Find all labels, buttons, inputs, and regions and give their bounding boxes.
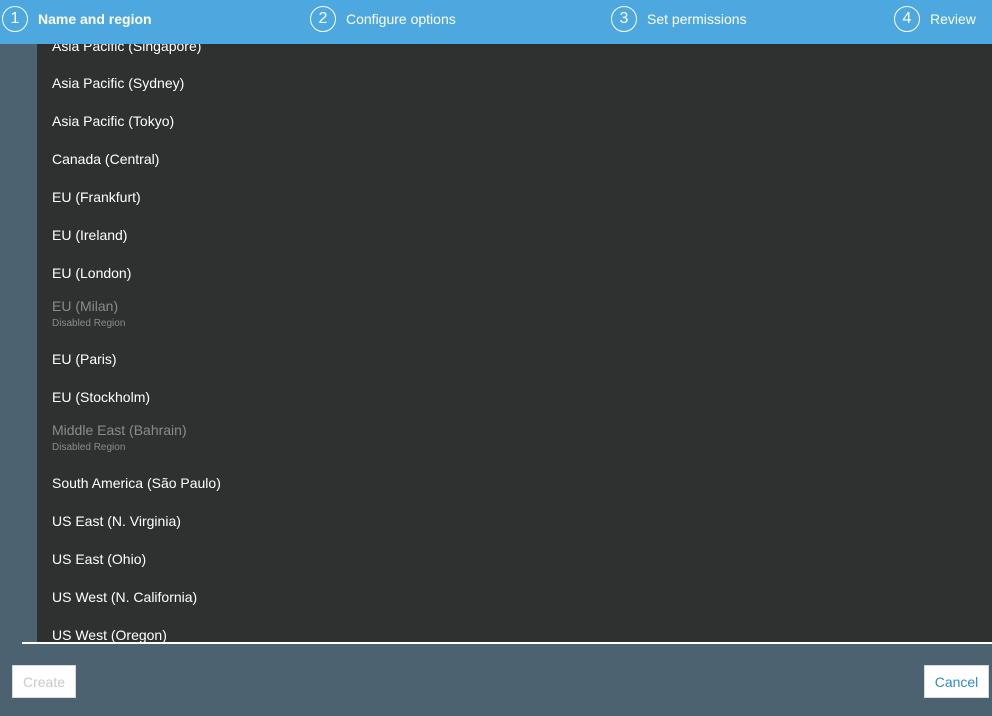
step-number-circle: 1 xyxy=(2,6,28,32)
region-option-label: EU (Stockholm) xyxy=(52,389,151,405)
region-option-label: US West (Oregon) xyxy=(52,627,167,642)
region-option-label: Asia Pacific (Sydney) xyxy=(52,75,185,91)
region-option-eu-ireland[interactable]: EU (Ireland) xyxy=(37,216,992,254)
region-option-label: EU (Milan) xyxy=(52,298,119,314)
region-option-eu-stockholm[interactable]: EU (Stockholm) xyxy=(37,378,992,416)
region-option-middle-east-bahrain: Middle East (Bahrain) Disabled Region xyxy=(37,416,992,464)
region-option-asia-pacific-singapore[interactable]: Asia Pacific (Singapore) xyxy=(37,44,992,64)
region-option-us-west-n-california[interactable]: US West (N. California) xyxy=(37,578,992,616)
region-option-asia-pacific-sydney[interactable]: Asia Pacific (Sydney) xyxy=(37,64,992,102)
step-label: Name and region xyxy=(38,11,152,27)
region-option-label: Asia Pacific (Singapore) xyxy=(52,44,202,54)
region-option-label: Middle East (Bahrain) xyxy=(52,422,187,438)
region-option-us-east-ohio[interactable]: US East (Ohio) xyxy=(37,540,992,578)
create-button[interactable]: Create xyxy=(12,665,76,698)
wizard-step-set-permissions[interactable]: 3 Set permissions xyxy=(611,6,747,32)
region-option-us-west-oregon[interactable]: US West (Oregon) xyxy=(37,616,992,642)
region-option-asia-pacific-tokyo[interactable]: Asia Pacific (Tokyo) xyxy=(37,102,992,140)
region-option-label: US West (N. California) xyxy=(52,589,198,605)
region-option-label: EU (London) xyxy=(52,265,132,281)
step-label: Set permissions xyxy=(647,11,747,27)
step-number-circle: 2 xyxy=(310,6,336,32)
disabled-region-note: Disabled Region xyxy=(52,318,126,329)
region-option-eu-milan: EU (Milan) Disabled Region xyxy=(37,292,992,340)
wizard-steps-header: 1 Name and region 2 Configure options 3 … xyxy=(0,0,992,44)
region-option-label: EU (Frankfurt) xyxy=(52,189,141,205)
disabled-region-note: Disabled Region xyxy=(52,442,126,453)
region-option-us-east-n-virginia[interactable]: US East (N. Virginia) xyxy=(37,502,992,540)
region-option-eu-london[interactable]: EU (London) xyxy=(37,254,992,292)
region-option-label: Asia Pacific (Tokyo) xyxy=(52,113,175,129)
region-option-label: EU (Ireland) xyxy=(52,227,128,243)
region-option-label: Canada (Central) xyxy=(52,151,160,167)
cancel-button[interactable]: Cancel xyxy=(924,665,989,698)
region-option-south-america-sao-paulo[interactable]: South America (São Paulo) xyxy=(37,464,992,502)
step-number-circle: 4 xyxy=(894,6,920,32)
region-option-eu-paris[interactable]: EU (Paris) xyxy=(37,340,992,378)
wizard-step-name-and-region[interactable]: 1 Name and region xyxy=(2,6,152,32)
step-label: Review xyxy=(930,11,976,27)
region-option-canada-central[interactable]: Canada (Central) xyxy=(37,140,992,178)
step-number-circle: 3 xyxy=(611,6,637,32)
wizard-step-configure-options[interactable]: 2 Configure options xyxy=(310,6,456,32)
region-option-label: EU (Paris) xyxy=(52,351,117,367)
footer-divider xyxy=(22,642,992,644)
region-option-label: South America (São Paulo) xyxy=(52,475,221,491)
region-dropdown-list[interactable]: Asia Pacific (Singapore) Asia Pacific (S… xyxy=(37,44,992,642)
step-label: Configure options xyxy=(346,11,456,27)
wizard-step-review[interactable]: 4 Review xyxy=(894,6,976,32)
region-option-label: US East (N. Virginia) xyxy=(52,513,181,529)
region-option-eu-frankfurt[interactable]: EU (Frankfurt) xyxy=(37,178,992,216)
region-option-label: US East (Ohio) xyxy=(52,551,147,567)
